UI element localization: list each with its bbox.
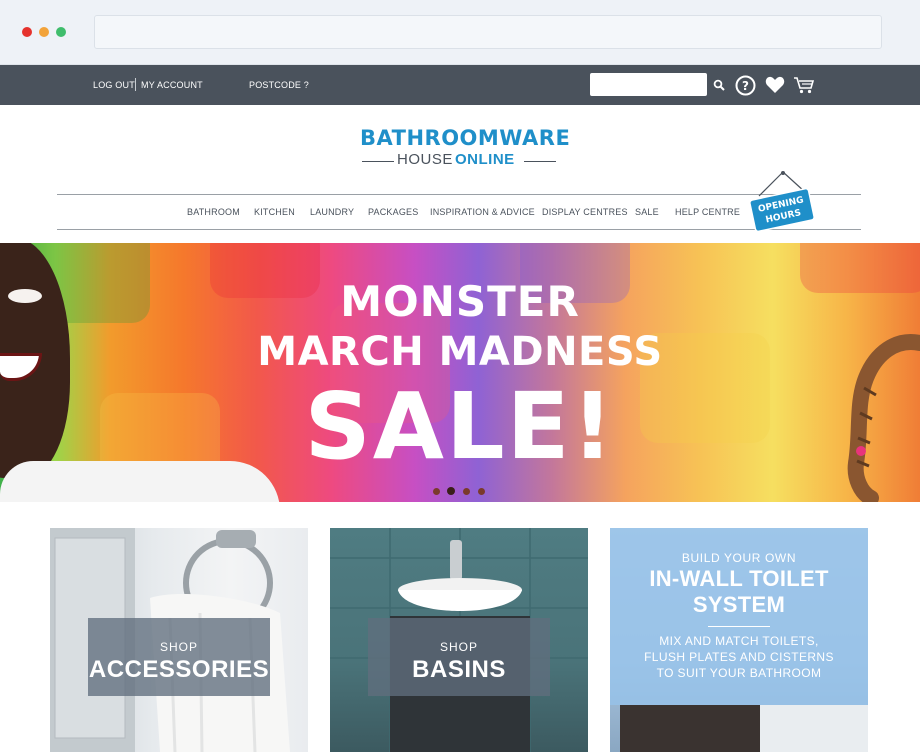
inwall-kicker: BUILD YOUR OWN <box>681 551 797 565</box>
help-icon[interactable]: ? <box>734 74 756 96</box>
logo-rule-left <box>362 161 394 162</box>
nav-item-bathroom[interactable]: BATHROOM <box>187 207 240 217</box>
browser-toolbar <box>0 0 920 65</box>
logout-link[interactable]: LOG OUT <box>93 80 135 90</box>
inwall-title-line2: SYSTEM <box>692 592 786 617</box>
logo-subline: HOUSE ONLINE <box>360 151 560 171</box>
inwall-desc-line3: TO SUIT YOUR BATHROOM <box>656 666 822 680</box>
address-bar[interactable] <box>94 15 882 49</box>
hero-headline-line1: MONSTER <box>340 277 580 326</box>
carousel-dot-4[interactable] <box>478 488 485 495</box>
window-maximize-button[interactable] <box>56 27 66 37</box>
inwall-title-line1: IN-WALL TOILET <box>649 566 829 591</box>
shop-basins-tile[interactable]: SHOP BASINS <box>330 528 588 752</box>
inwall-promo-box: BUILD YOUR OWN IN-WALL TOILET SYSTEM MIX… <box>610 528 868 705</box>
nav-item-packages[interactable]: PACKAGES <box>368 207 418 217</box>
accessories-title: ACCESSORIES <box>88 656 270 683</box>
nav-item-laundry[interactable]: LAUNDRY <box>310 207 354 217</box>
inwall-divider <box>708 626 770 627</box>
nav-item-inspiration[interactable]: INSPIRATION & ADVICE <box>430 207 535 217</box>
carousel-dot-3[interactable] <box>463 488 470 495</box>
hero-child-braid-image <box>847 334 920 502</box>
logo-wordmark: BATHROOMWARE <box>360 126 571 150</box>
hero-headline-line3: SALE! <box>304 373 616 480</box>
search-input[interactable] <box>590 73 707 96</box>
site-logo[interactable]: BATHROOMWARE HOUSE ONLINE <box>360 126 571 172</box>
carousel-dot-2[interactable] <box>447 487 455 495</box>
window-minimize-button[interactable] <box>39 27 49 37</box>
svg-text:?: ? <box>742 79 749 93</box>
inwall-desc-line2: FLUSH PLATES AND CISTERNS <box>644 650 834 664</box>
logo-house: HOUSE <box>397 151 453 168</box>
hero-banner[interactable]: MONSTER MARCH MADNESS SALE! <box>0 243 920 502</box>
inwall-desc-line1: MIX AND MATCH TOILETS, <box>659 634 819 648</box>
basins-kicker: SHOP <box>439 640 478 654</box>
logo-online: ONLINE <box>455 151 515 168</box>
logo-rule-right <box>524 161 556 162</box>
nav-item-display-centres[interactable]: DISPLAY CENTRES <box>542 207 628 217</box>
inwall-toilet-tile[interactable]: BUILD YOUR OWN IN-WALL TOILET SYSTEM MIX… <box>610 528 868 752</box>
postcode-link[interactable]: POSTCODE ? <box>249 80 309 90</box>
window-close-button[interactable] <box>22 27 32 37</box>
nav-item-sale[interactable]: SALE <box>635 207 659 217</box>
search-icon[interactable] <box>708 74 730 96</box>
carousel-dot-1[interactable] <box>433 488 440 495</box>
nav-item-help-centre[interactable]: HELP CENTRE <box>675 207 740 217</box>
utility-bar: LOG OUT MY ACCOUNT POSTCODE ? ? <box>0 65 920 105</box>
accessories-kicker: SHOP <box>159 640 198 654</box>
cart-icon[interactable] <box>793 74 815 96</box>
utility-divider <box>135 78 136 91</box>
shop-accessories-tile[interactable]: SHOP ACCESSORIES <box>50 528 308 752</box>
nav-item-kitchen[interactable]: KITCHEN <box>254 207 295 217</box>
my-account-link[interactable]: MY ACCOUNT <box>141 80 203 90</box>
hero-tile <box>800 243 920 293</box>
nav-divider-bottom <box>57 229 861 230</box>
heart-icon[interactable] <box>764 74 786 96</box>
nav-divider-top <box>57 194 861 195</box>
hero-person-eye <box>8 289 42 303</box>
basins-title: BASINS <box>412 656 506 683</box>
hero-headline-line2: MARCH MADNESS <box>257 329 663 375</box>
basins-label: SHOP BASINS <box>368 618 550 696</box>
opening-hours-sign[interactable]: OPENING HOURS <box>747 170 817 232</box>
accessories-label: SHOP ACCESSORIES <box>88 618 270 696</box>
